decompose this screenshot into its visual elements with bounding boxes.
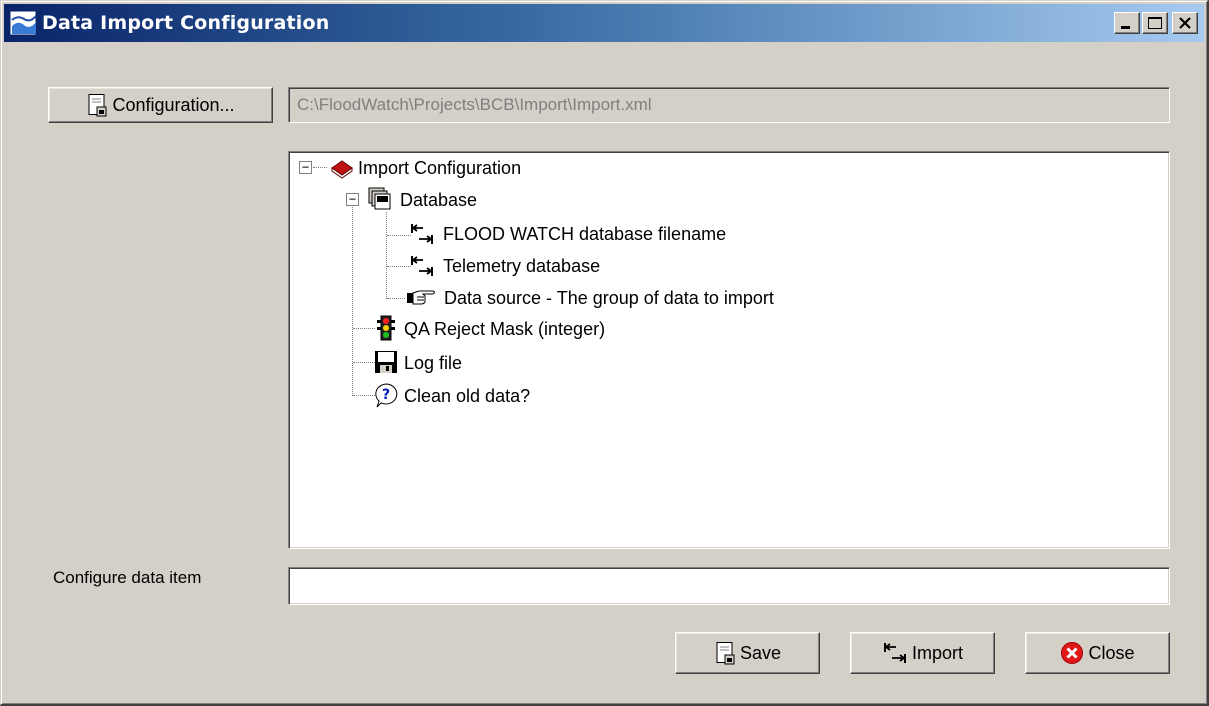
import-button-label: Import — [911, 642, 963, 663]
import-arrow-icon — [883, 643, 906, 663]
tree-node-clean-old-data[interactable]: Clean old data? — [404, 381, 530, 411]
maximize-button[interactable] — [1142, 12, 1168, 34]
close-circle-icon — [1061, 642, 1084, 664]
tree-line — [386, 212, 387, 299]
close-icon — [1179, 17, 1191, 29]
svg-text:?: ? — [382, 387, 390, 403]
configuration-button[interactable]: Configuration... — [48, 87, 273, 123]
import-arrow-icon — [411, 224, 433, 244]
document-icon — [716, 642, 735, 665]
data-import-window: Data Import Configuration Configuration.… — [0, 0, 1209, 706]
app-icon — [9, 10, 37, 36]
minimize-icon — [1121, 26, 1130, 29]
save-button-label: Save — [739, 642, 782, 663]
floppy-disk-icon — [375, 351, 397, 373]
tree-line — [387, 298, 405, 299]
tree-line — [387, 235, 411, 236]
tree-node-telemetry-database[interactable]: Telemetry database — [443, 251, 600, 281]
tree-node-qa-reject-mask[interactable]: QA Reject Mask (integer) — [404, 314, 605, 344]
database-expander[interactable]: − — [346, 193, 359, 206]
tree-node-root[interactable]: Import Configuration — [358, 153, 521, 183]
question-icon: ? — [375, 383, 398, 408]
pointing-hand-icon — [407, 290, 435, 305]
close-button-label: Close — [1088, 642, 1135, 663]
config-tree-view[interactable]: − Import Configuration − Database FLOOD … — [288, 151, 1170, 549]
close-button[interactable]: Close — [1025, 632, 1170, 674]
tree-node-database[interactable]: Database — [400, 185, 477, 215]
configuration-button-label: Configuration... — [112, 94, 235, 115]
title-bar[interactable]: Data Import Configuration — [4, 4, 1204, 42]
tree-line — [352, 196, 353, 396]
tree-node-data-source[interactable]: Data source - The group of data to impor… — [444, 283, 774, 313]
book-icon — [331, 160, 353, 179]
minimize-button[interactable] — [1114, 12, 1140, 34]
save-button[interactable]: Save — [675, 632, 820, 674]
database-icon — [368, 187, 391, 210]
config-file-path: C:\FloodWatch\Projects\BCB\Import\Import… — [297, 95, 652, 114]
import-arrow-icon — [411, 256, 433, 276]
config-file-path-field[interactable]: C:\FloodWatch\Projects\BCB\Import\Import… — [288, 87, 1170, 123]
configure-data-item-label: Configure data item — [53, 568, 202, 587]
tree-line — [353, 395, 375, 396]
traffic-light-icon — [377, 315, 395, 341]
tree-line — [313, 167, 327, 168]
import-button[interactable]: Import — [850, 632, 995, 674]
maximize-icon — [1148, 17, 1162, 29]
tree-node-flood-watch-database[interactable]: FLOOD WATCH database filename — [443, 219, 726, 249]
configure-data-item-input[interactable] — [288, 567, 1170, 605]
root-expander[interactable]: − — [299, 161, 312, 174]
window-title: Data Import Configuration — [42, 12, 330, 34]
tree-line — [387, 266, 411, 267]
tree-line — [353, 362, 375, 363]
document-icon — [88, 94, 107, 117]
close-window-button[interactable] — [1172, 12, 1198, 34]
tree-line — [353, 328, 375, 329]
tree-node-log-file[interactable]: Log file — [404, 348, 462, 378]
